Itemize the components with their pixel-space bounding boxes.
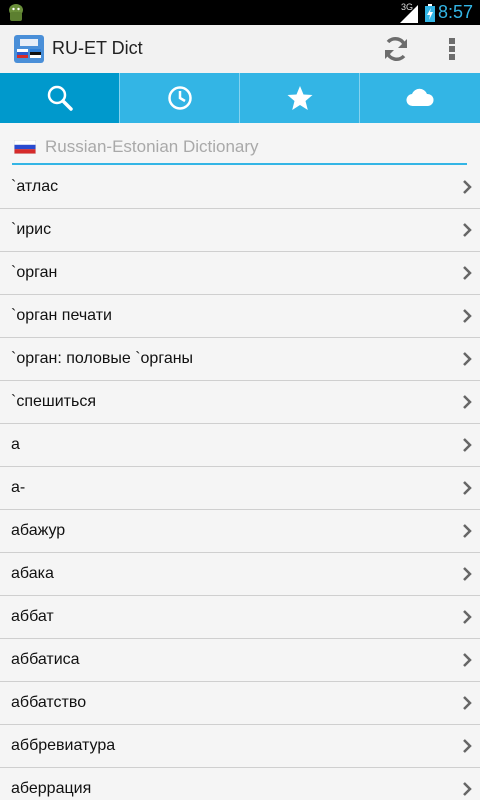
chevron-right-icon [463, 309, 472, 323]
word-list: `атлас `ирис `орган `орган печати `орган: по… [0, 166, 480, 800]
chevron-right-icon [463, 653, 472, 667]
chevron-right-icon [463, 180, 472, 194]
list-item[interactable]: а- [0, 467, 480, 510]
list-item-word: `спешиться [11, 393, 96, 410]
chevron-right-icon [463, 266, 472, 280]
list-item[interactable]: `ирис [0, 209, 480, 252]
list-item[interactable]: абака [0, 553, 480, 596]
list-item[interactable]: а [0, 424, 480, 467]
chevron-right-icon [463, 567, 472, 581]
action-bar: RU-ET Dict [0, 25, 480, 74]
search-input[interactable] [45, 135, 455, 159]
clock-icon [167, 86, 192, 110]
list-item[interactable]: `орган [0, 252, 480, 295]
list-item[interactable]: аббат [0, 596, 480, 639]
clock-time: 8:57 [437, 2, 473, 22]
list-item[interactable]: аббатиса [0, 639, 480, 682]
list-item[interactable]: аббревиатура [0, 725, 480, 768]
star-icon [287, 86, 312, 110]
app-title: RU-ET Dict [52, 38, 143, 58]
chevron-right-icon [463, 481, 472, 495]
search-box [12, 133, 467, 165]
list-item-word: `орган: половые `органы [11, 350, 194, 367]
list-item-word: аббатство [11, 694, 87, 711]
list-item-word: а- [11, 479, 26, 496]
search-icon [47, 85, 73, 111]
chevron-right-icon [463, 223, 472, 237]
list-item-word: аберрация [11, 780, 92, 797]
overflow-menu-icon[interactable] [440, 33, 464, 65]
russian-flag-icon [14, 140, 36, 154]
list-item[interactable]: аберрация [0, 768, 480, 800]
list-item[interactable]: аббатство [0, 682, 480, 725]
list-item-word: `орган печати [11, 307, 112, 324]
tab-history[interactable] [120, 73, 239, 123]
list-item-word: `ирис [11, 221, 52, 238]
list-item-word: аббревиатура [11, 737, 116, 754]
tab-favorites[interactable] [240, 73, 359, 123]
list-item-word: `орган [11, 264, 58, 281]
tab-search[interactable] [0, 73, 119, 123]
list-item-word: аббат [11, 608, 54, 625]
list-item[interactable]: абажур [0, 510, 480, 553]
cloud-icon [405, 88, 434, 107]
list-item[interactable]: `орган: половые `органы [0, 338, 480, 381]
refresh-icon[interactable] [380, 33, 412, 65]
list-item-word: а [11, 436, 20, 453]
list-item[interactable]: `спешиться [0, 381, 480, 424]
chevron-right-icon [463, 352, 472, 366]
chevron-right-icon [463, 610, 472, 624]
list-item-word: аббатиса [11, 651, 80, 668]
chevron-right-icon [463, 782, 472, 796]
list-item-word: `атлас [11, 178, 59, 195]
list-item[interactable]: `атлас [0, 166, 480, 209]
list-item-word: абака [11, 565, 54, 582]
chevron-right-icon [463, 438, 472, 452]
chevron-right-icon [463, 739, 472, 753]
chevron-right-icon [463, 696, 472, 710]
battery-charging-icon [425, 4, 435, 22]
tab-cloud[interactable] [360, 73, 479, 123]
list-item-word: абажур [11, 522, 66, 539]
signal-strength-icon [400, 5, 418, 23]
chevron-right-icon [463, 524, 472, 538]
chevron-right-icon [463, 395, 472, 409]
tab-bar [0, 73, 480, 123]
status-bar: 3G 8:57 [0, 0, 480, 25]
app-logo-icon [14, 35, 44, 63]
list-item[interactable]: `орган печати [0, 295, 480, 338]
android-notification-icon [9, 4, 23, 21]
